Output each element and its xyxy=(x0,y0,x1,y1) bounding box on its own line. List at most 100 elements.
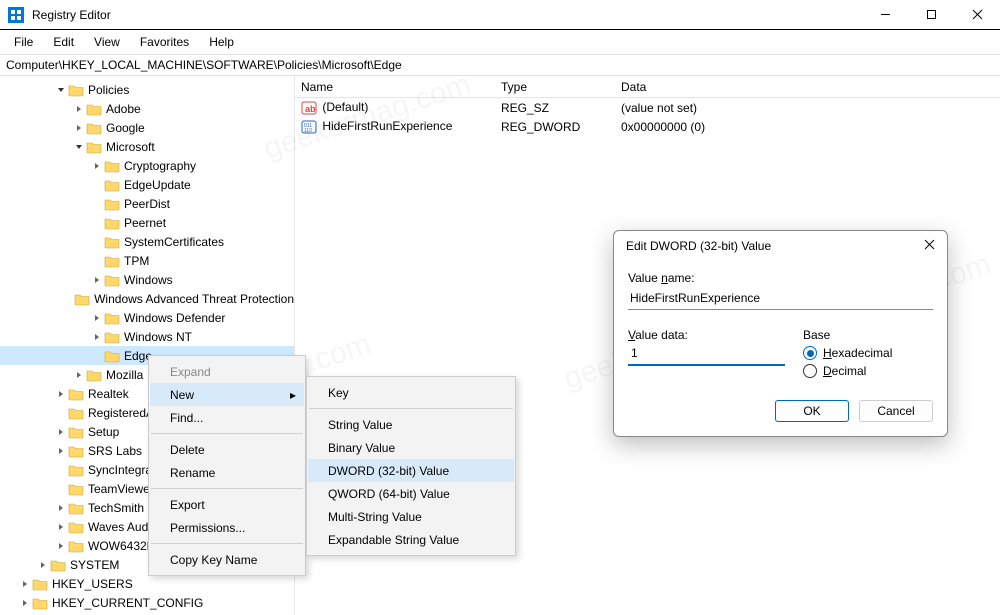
ok-button[interactable]: OK xyxy=(775,400,849,422)
ctx-new-qword[interactable]: QWORD (64-bit) Value xyxy=(308,482,514,505)
dialog-title: Edit DWORD (32-bit) Value xyxy=(626,239,771,253)
menu-view[interactable]: View xyxy=(84,32,130,52)
ctx-new-key[interactable]: Key xyxy=(308,381,514,404)
submenu-arrow-icon: ▸ xyxy=(290,388,296,402)
tree-item[interactable]: Policies xyxy=(0,80,294,99)
ctx-new-dword[interactable]: DWORD (32-bit) Value xyxy=(308,459,514,482)
value-data-input[interactable] xyxy=(628,342,785,366)
ctx-permissions[interactable]: Permissions... xyxy=(150,516,304,539)
chevron-right-icon[interactable] xyxy=(54,447,68,455)
tree-item[interactable]: TPM xyxy=(0,251,294,270)
chevron-right-icon[interactable] xyxy=(54,523,68,531)
ctx-new-multistring[interactable]: Multi-String Value xyxy=(308,505,514,528)
chevron-right-icon[interactable] xyxy=(54,390,68,398)
ctx-new-label: New xyxy=(170,388,194,402)
radio-decimal[interactable]: Decimal xyxy=(803,364,933,378)
col-type-header[interactable]: Type xyxy=(495,80,615,94)
address-bar[interactable]: Computer\HKEY_LOCAL_MACHINE\SOFTWARE\Pol… xyxy=(0,54,1000,76)
menu-help[interactable]: Help xyxy=(199,32,244,52)
titlebar: Registry Editor xyxy=(0,0,1000,30)
menu-edit[interactable]: Edit xyxy=(43,32,84,52)
tree-item[interactable]: Google xyxy=(0,118,294,137)
cancel-button[interactable]: Cancel xyxy=(859,400,933,422)
folder-icon xyxy=(74,292,90,306)
tree-item-label: Cryptography xyxy=(124,159,196,173)
radio-dot-icon xyxy=(803,364,817,378)
svg-text:ab: ab xyxy=(305,104,316,114)
tree-item-label: PeerDist xyxy=(124,197,170,211)
chevron-right-icon[interactable] xyxy=(72,105,86,113)
menu-favorites[interactable]: Favorites xyxy=(130,32,199,52)
ctx-export[interactable]: Export xyxy=(150,493,304,516)
tree-item-label: SYSTEM xyxy=(70,558,119,572)
ctx-delete[interactable]: Delete xyxy=(150,438,304,461)
ctx-new-binary[interactable]: Binary Value xyxy=(308,436,514,459)
tree-item[interactable]: PeerDist xyxy=(0,194,294,213)
minimize-button[interactable] xyxy=(862,0,908,30)
chevron-right-icon[interactable] xyxy=(54,542,68,550)
chevron-right-icon[interactable] xyxy=(54,428,68,436)
chevron-right-icon[interactable] xyxy=(18,580,32,588)
folder-icon xyxy=(68,444,84,458)
close-button[interactable] xyxy=(954,0,1000,30)
context-submenu-new: Key String Value Binary Value DWORD (32-… xyxy=(306,376,516,556)
chevron-right-icon[interactable] xyxy=(36,561,50,569)
value-name: (Default) xyxy=(322,100,368,114)
dialog-close-button[interactable] xyxy=(924,239,935,253)
chevron-right-icon[interactable] xyxy=(90,314,104,322)
tree-item[interactable]: Windows Defender xyxy=(0,308,294,327)
ctx-expand[interactable]: Expand xyxy=(150,360,304,383)
tree-item[interactable]: Windows Advanced Threat Protection xyxy=(0,289,294,308)
list-row[interactable]: 011110 HideFirstRunExperience REG_DWORD … xyxy=(295,117,1000,136)
col-name-header[interactable]: Name xyxy=(295,80,495,94)
folder-icon xyxy=(68,387,84,401)
value-name: HideFirstRunExperience xyxy=(322,119,452,133)
base-label: Base xyxy=(803,328,933,342)
value-type: REG_DWORD xyxy=(495,120,615,134)
chevron-right-icon[interactable] xyxy=(72,124,86,132)
radio-hexadecimal[interactable]: Hexadecimal xyxy=(803,346,933,360)
folder-icon xyxy=(86,121,102,135)
ctx-new[interactable]: New ▸ xyxy=(150,383,304,406)
tree-item[interactable]: SystemCertificates xyxy=(0,232,294,251)
chevron-right-icon[interactable] xyxy=(90,333,104,341)
chevron-down-icon[interactable] xyxy=(72,143,86,151)
chevron-right-icon[interactable] xyxy=(18,599,32,607)
tree-item-label: Windows xyxy=(124,273,173,287)
tree-item[interactable]: HKEY_USERS xyxy=(0,574,294,593)
col-data-header[interactable]: Data xyxy=(615,80,1000,94)
tree-item[interactable]: EdgeUpdate xyxy=(0,175,294,194)
ctx-find[interactable]: Find... xyxy=(150,406,304,429)
window-title: Registry Editor xyxy=(32,8,111,22)
tree-item[interactable]: Windows NT xyxy=(0,327,294,346)
tree-item-label: TechSmith xyxy=(88,501,144,515)
ctx-separator xyxy=(151,433,303,434)
ctx-copy-key-name[interactable]: Copy Key Name xyxy=(150,548,304,571)
chevron-right-icon[interactable] xyxy=(90,276,104,284)
radio-dot-icon xyxy=(803,346,817,360)
folder-icon xyxy=(68,482,84,496)
tree-item[interactable]: Microsoft xyxy=(0,137,294,156)
context-menu: Expand New ▸ Find... Delete Rename Expor… xyxy=(148,355,306,576)
maximize-button[interactable] xyxy=(908,0,954,30)
tree-item[interactable]: Windows xyxy=(0,270,294,289)
folder-icon xyxy=(86,102,102,116)
ctx-separator xyxy=(151,543,303,544)
tree-item-label: Windows Advanced Threat Protection xyxy=(94,292,294,306)
tree-item[interactable]: Adobe xyxy=(0,99,294,118)
chevron-down-icon[interactable] xyxy=(54,86,68,94)
ctx-new-string[interactable]: String Value xyxy=(308,413,514,436)
chevron-right-icon[interactable] xyxy=(54,504,68,512)
tree-item[interactable]: Peernet xyxy=(0,213,294,232)
app-icon xyxy=(8,7,24,23)
ctx-new-expandstring[interactable]: Expandable String Value xyxy=(308,528,514,551)
list-row[interactable]: ab (Default) REG_SZ (value not set) xyxy=(295,98,1000,117)
chevron-right-icon[interactable] xyxy=(72,371,86,379)
ctx-rename[interactable]: Rename xyxy=(150,461,304,484)
tree-item-label: SystemCertificates xyxy=(124,235,224,249)
menu-file[interactable]: File xyxy=(4,32,43,52)
folder-icon xyxy=(104,349,120,363)
tree-item[interactable]: HKEY_CURRENT_CONFIG xyxy=(0,593,294,612)
chevron-right-icon[interactable] xyxy=(90,162,104,170)
tree-item[interactable]: Cryptography xyxy=(0,156,294,175)
